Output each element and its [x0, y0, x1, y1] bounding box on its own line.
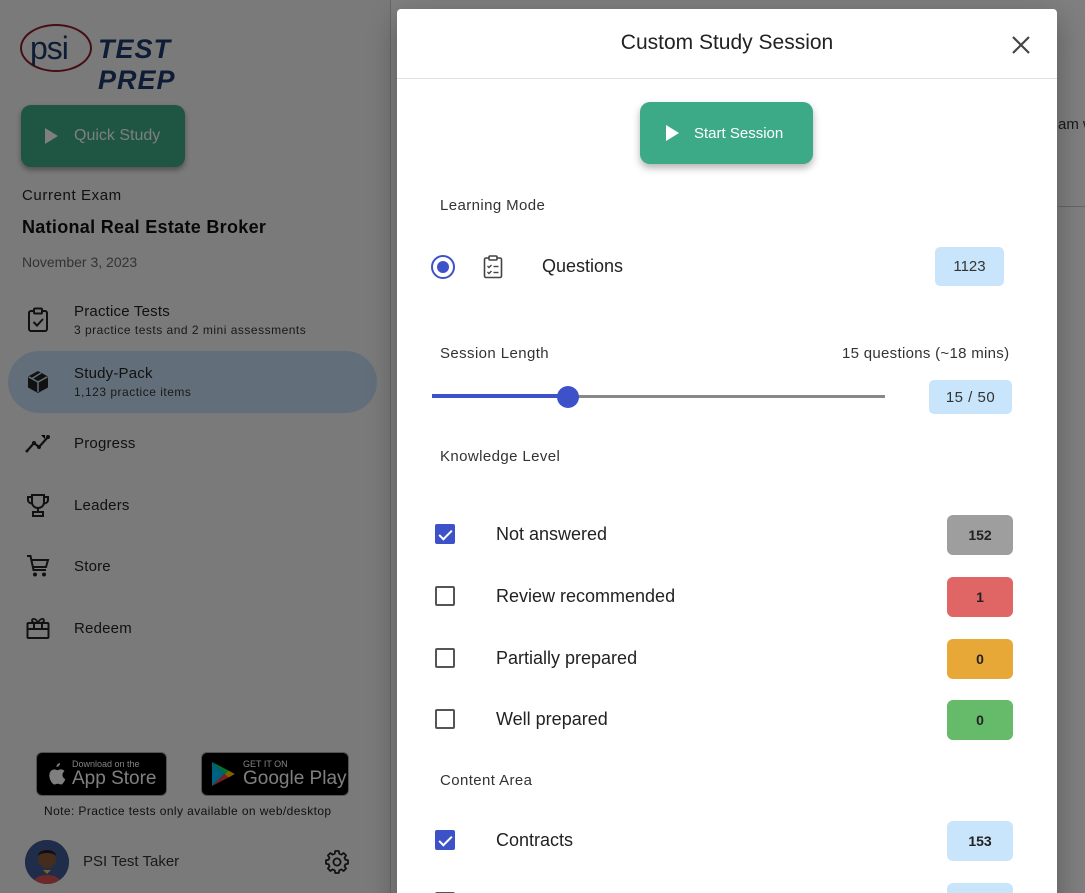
knowledge-row-not-answered[interactable]: Not answered 152	[397, 515, 1057, 555]
knowledge-count-badge: 0	[947, 700, 1013, 740]
slider-thumb[interactable]	[556, 386, 579, 408]
checklist-icon	[483, 255, 503, 279]
content-row-contracts[interactable]: Contracts 153	[397, 821, 1057, 861]
knowledge-count-badge: 0	[947, 639, 1013, 679]
dialog-title: Custom Study Session	[620, 31, 834, 54]
custom-study-session-dialog: Custom Study Session Start Session Learn…	[397, 9, 1057, 893]
knowledge-level-text: Not answered	[496, 524, 608, 544]
start-session-label: Start Session	[694, 124, 784, 142]
knowledge-count-badge: 1	[947, 577, 1013, 617]
contracts-checkbox[interactable]	[435, 830, 455, 850]
session-length-label: Session Length	[440, 345, 550, 362]
learning-mode-label: Learning Mode	[440, 197, 546, 214]
content-count-badge	[947, 883, 1013, 893]
review-recommended-checkbox[interactable]	[435, 586, 455, 606]
content-area-label: Content Area	[440, 772, 533, 789]
slider-fill	[432, 394, 568, 398]
knowledge-level-text: Review recommended	[496, 586, 676, 606]
content-row-next[interactable]	[397, 883, 1057, 893]
content-count-badge: 153	[947, 821, 1013, 861]
knowledge-count-badge: 152	[947, 515, 1013, 555]
session-length-count: 15 / 50	[929, 380, 1012, 414]
knowledge-level-label: Knowledge Level	[440, 448, 561, 465]
knowledge-row-partially-prepared[interactable]: Partially prepared 0	[397, 639, 1057, 679]
questions-count-badge: 1123	[935, 247, 1004, 286]
knowledge-row-well-prepared[interactable]: Well prepared 0	[397, 700, 1057, 740]
knowledge-level-text: Well prepared	[496, 709, 608, 729]
questions-radio[interactable]	[431, 255, 455, 279]
partially-prepared-checkbox[interactable]	[435, 648, 455, 668]
close-icon[interactable]	[1009, 33, 1033, 57]
dialog-header: Custom Study Session	[397, 9, 1057, 79]
well-prepared-checkbox[interactable]	[435, 709, 455, 729]
knowledge-row-review-recommended[interactable]: Review recommended 1	[397, 577, 1057, 617]
not-answered-checkbox[interactable]	[435, 524, 455, 544]
knowledge-level-text: Partially prepared	[496, 648, 638, 668]
session-length-slider[interactable]	[432, 386, 885, 408]
start-session-button[interactable]: Start Session	[640, 102, 813, 164]
questions-mode-label: Questions	[542, 256, 624, 276]
content-area-text: Contracts	[496, 830, 574, 850]
session-length-summary: 15 questions (~18 mins)	[842, 345, 1010, 362]
play-icon	[666, 125, 679, 141]
